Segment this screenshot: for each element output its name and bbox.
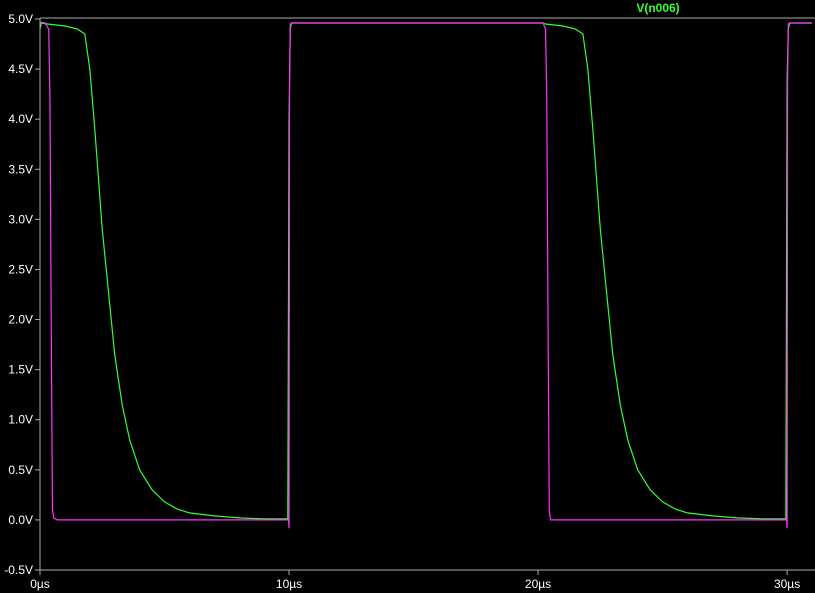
- y-tick-label: 2.5V: [8, 262, 33, 276]
- legend[interactable]: V(n006): [636, 1, 679, 15]
- waveform-plot[interactable]: 5.0V 4.5V 4.0V 3.5V 3.0V 2.5V 2.0V 1.5V 1.0V 0.5V…: [0, 0, 815, 593]
- y-tick-label: -0.5V: [4, 563, 33, 577]
- trace-magenta: [39, 21, 812, 529]
- x-tick-label: 30µs: [774, 577, 800, 591]
- y-tick-label: 5.0V: [8, 12, 33, 26]
- y-tick-label: 0.0V: [8, 513, 33, 527]
- waveform-traces: [39, 21, 812, 529]
- y-tick-label: 0.5V: [8, 463, 33, 477]
- y-tick-label: 2.0V: [8, 313, 33, 327]
- x-tick-label: 10µs: [276, 577, 302, 591]
- x-tick-label: 20µs: [525, 577, 551, 591]
- plot-axes: [39, 17, 815, 571]
- y-tick-label: 3.5V: [8, 162, 33, 176]
- x-tick-label: 0µs: [30, 577, 50, 591]
- y-tick-label: 1.0V: [8, 413, 33, 427]
- trace-v-n006: [39, 22, 812, 520]
- y-tick-label: 4.5V: [8, 62, 33, 76]
- y-tick-label: 1.5V: [8, 363, 33, 377]
- y-tick-label: 4.0V: [8, 112, 33, 126]
- axis-ticks: 5.0V 4.5V 4.0V 3.5V 3.0V 2.5V 2.0V 1.5V 1.0V 0.5V…: [4, 12, 800, 591]
- y-tick-label: 3.0V: [8, 212, 33, 226]
- legend-entry-v-n006[interactable]: V(n006): [636, 1, 679, 15]
